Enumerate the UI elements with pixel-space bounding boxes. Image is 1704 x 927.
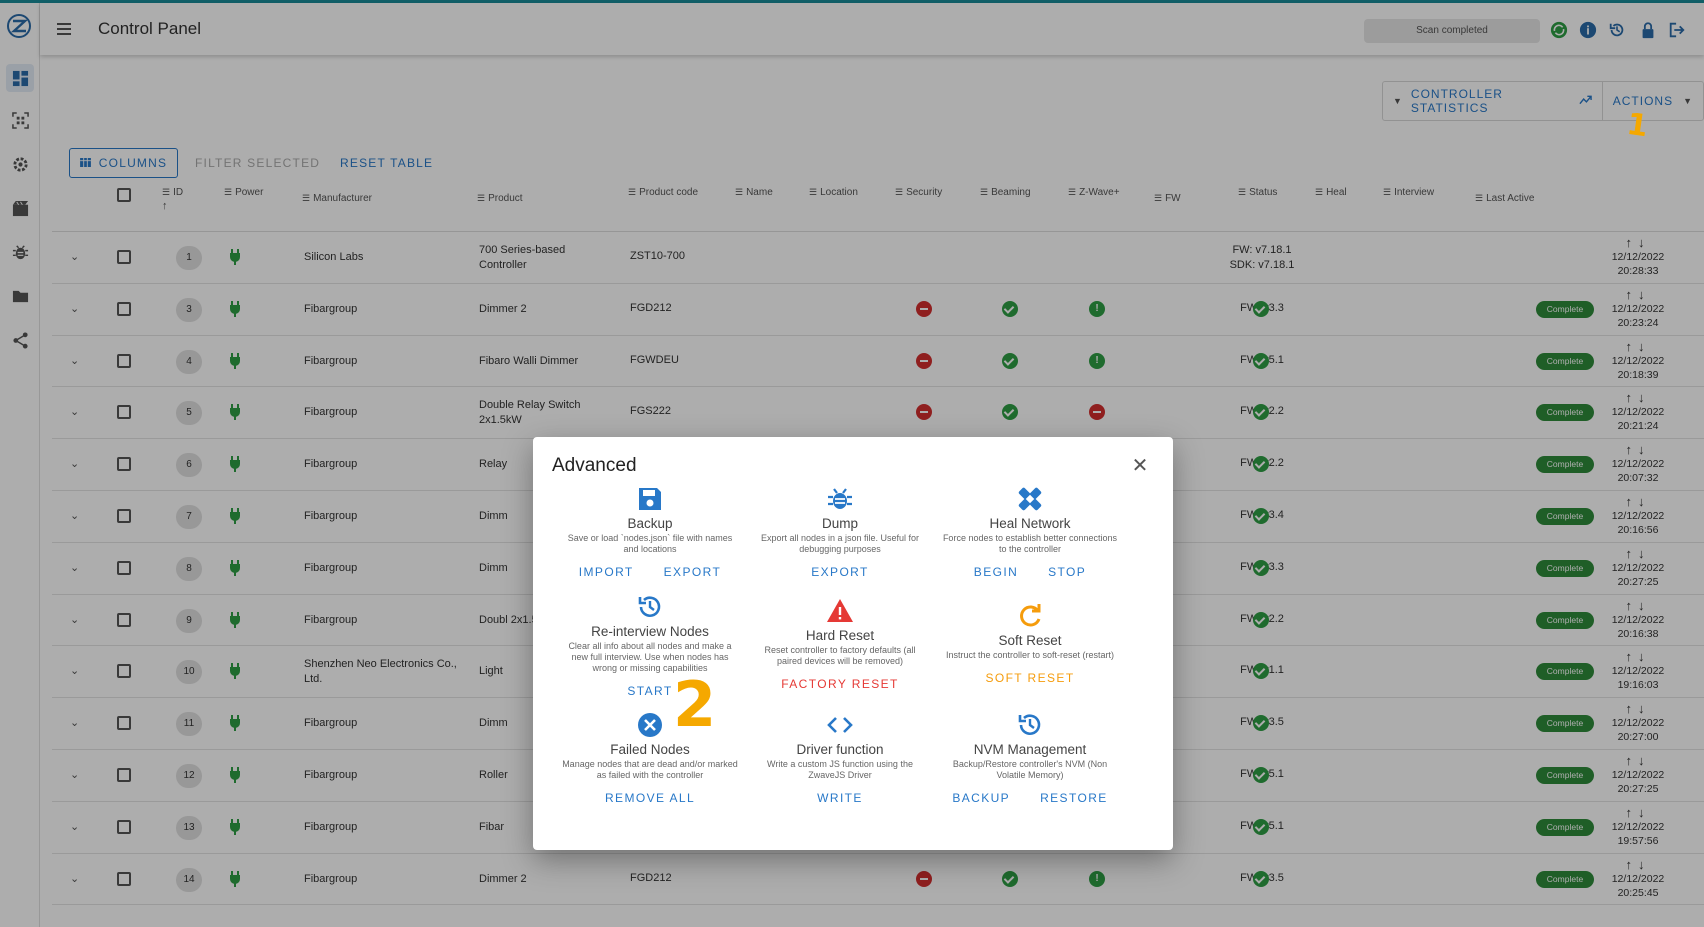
heal-begin-button[interactable]: BEGIN — [974, 565, 1018, 579]
annotation-step-2: 2 — [673, 668, 717, 741]
close-icon[interactable]: ✕ — [1129, 455, 1151, 477]
action-description: Save or load `nodes.json` file with name… — [567, 533, 733, 554]
action-dump: Dump Export all nodes in a json file. Use… — [737, 485, 943, 579]
backup-import-button[interactable]: IMPORT — [579, 565, 634, 579]
hardreset-factory-reset-button[interactable]: FACTORY RESET — [781, 677, 899, 691]
action-description: Manage nodes that are dead and/or marked… — [562, 759, 738, 780]
driver-write-button[interactable]: WRITE — [817, 791, 863, 805]
backup-export-button[interactable]: EXPORT — [664, 565, 722, 579]
action-title: Dump — [821, 516, 858, 531]
action-description: Write a custom JS function using the Zwa… — [767, 759, 913, 780]
action-reinterview: Re-interview Nodes Clear all info about a… — [547, 593, 753, 698]
heal-stop-button[interactable]: STOP — [1048, 565, 1086, 579]
action-title: Re-interview Nodes — [591, 624, 709, 639]
action-description: Force nodes to establish better connecti… — [942, 533, 1118, 554]
action-buttons: FACTORY RESET — [737, 677, 943, 691]
action-hardreset: Hard Reset Reset controller to factory de… — [737, 597, 943, 691]
action-nvm: NVM Management Backup/Restore controller'… — [927, 711, 1133, 805]
action-buttons: START — [547, 684, 753, 698]
action-title: Hard Reset — [805, 628, 875, 643]
action-description: Instruct the controller to soft-reset (r… — [945, 650, 1115, 660]
dialog-title: Advanced — [552, 455, 637, 476]
action-heal: Heal Network Force nodes to establish bet… — [927, 485, 1133, 579]
reinterview-start-button[interactable]: START — [627, 684, 672, 698]
advanced-dialog: Advanced ✕ Backup Save or load `nodes.jso… — [533, 437, 1173, 850]
save-icon — [636, 485, 664, 513]
action-buttons: EXPORT — [737, 565, 943, 579]
dump-export-button[interactable]: EXPORT — [811, 565, 869, 579]
bandage-icon — [1016, 485, 1044, 513]
history-icon — [636, 593, 664, 621]
refresh-icon — [1016, 602, 1044, 630]
action-softreset: Soft Reset Instruct the controller to sof… — [927, 602, 1133, 685]
action-backup: Backup Save or load `nodes.json` file wit… — [547, 485, 753, 579]
warning-icon — [826, 597, 854, 625]
action-title: Driver function — [796, 742, 884, 757]
action-driver: Driver function Write a custom JS functio… — [737, 711, 943, 805]
bug-icon — [826, 485, 854, 513]
code-icon — [826, 711, 854, 739]
action-description: Reset controller to factory defaults (al… — [764, 645, 916, 666]
failed-remove-all-button[interactable]: REMOVE ALL — [605, 791, 695, 805]
action-title: Backup — [627, 516, 673, 531]
close-circle-icon — [636, 711, 664, 739]
action-buttons: BACKUP RESTORE — [927, 791, 1133, 805]
softreset-soft-reset-button[interactable]: SOFT RESET — [985, 671, 1074, 685]
nvm-restore-button[interactable]: RESTORE — [1040, 791, 1108, 805]
action-buttons: WRITE — [737, 791, 943, 805]
action-title: Heal Network — [989, 516, 1071, 531]
action-title: Failed Nodes — [610, 742, 690, 757]
action-buttons: SOFT RESET — [927, 671, 1133, 685]
action-failed: Failed Nodes Manage nodes that are dead a… — [547, 711, 753, 805]
action-title: Soft Reset — [998, 633, 1062, 648]
action-buttons: IMPORT EXPORT — [547, 565, 753, 579]
restore-clock-icon — [1016, 711, 1044, 739]
nvm-backup-button[interactable]: BACKUP — [952, 791, 1010, 805]
action-title: NVM Management — [973, 742, 1087, 757]
action-description: Export all nodes in a json file. Useful … — [760, 533, 920, 554]
action-buttons: BEGIN STOP — [927, 565, 1133, 579]
action-buttons: REMOVE ALL — [547, 791, 753, 805]
action-description: Backup/Restore controller's NVM (Non Vol… — [952, 759, 1108, 780]
